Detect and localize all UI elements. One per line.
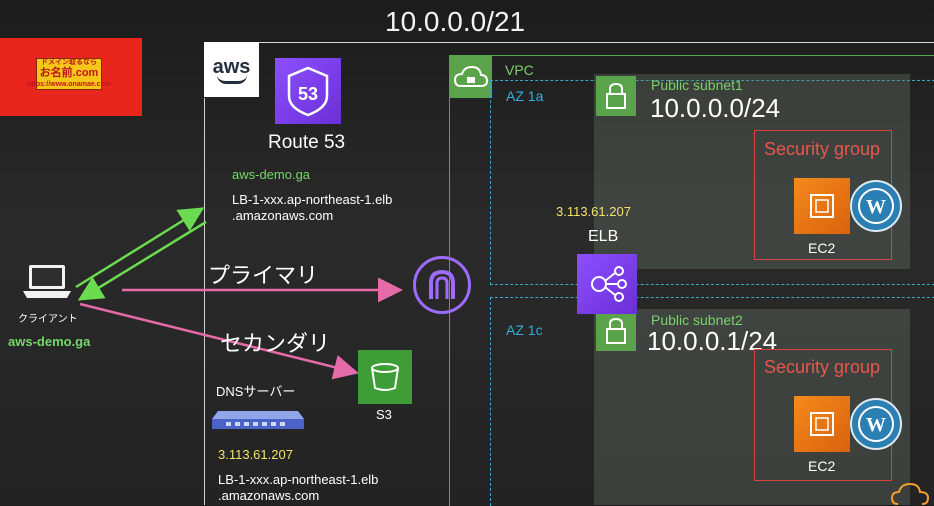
primary-label: プライマリ — [208, 263, 319, 288]
elb-icon — [577, 254, 637, 314]
ec2-2-label: EC2 — [808, 458, 836, 474]
laptop-icon — [22, 262, 72, 302]
subnet1-cidr: 10.0.0.0/24 — [650, 93, 781, 123]
dns-server-ip: 3.113.61.207 — [218, 447, 293, 462]
wordpress-icon-1: W — [850, 180, 902, 232]
s3-label: S3 — [376, 407, 392, 422]
az2-label: AZ 1c — [506, 322, 543, 338]
subnet1-title: Public subnet1 — [651, 77, 743, 93]
client-label: クライアント — [18, 314, 78, 325]
svg-text:W: W — [866, 414, 886, 436]
cloud-icon — [890, 476, 930, 505]
ec2-1-label: EC2 — [808, 240, 836, 256]
dns-target-line1: LB-1-xxx.ap-northeast-1.elb — [218, 472, 379, 487]
dns-server-label: DNSサーバー — [216, 384, 296, 399]
secondary-label: セカンダリ — [220, 331, 331, 356]
client-domain: aws-demo.ga — [8, 334, 91, 349]
svg-text:W: W — [866, 196, 886, 218]
ec2-icon-2 — [794, 396, 850, 452]
route53-to-client-arrow — [77, 220, 207, 301]
vpc-label: VPC — [505, 62, 534, 78]
security-group-1-label: Security group — [764, 139, 881, 159]
dns-server-icon — [212, 407, 304, 433]
subnet1-lock-icon — [596, 76, 636, 116]
ec2-icon-1 — [794, 178, 850, 234]
az1-label: AZ 1a — [506, 88, 544, 104]
security-group-2-label: Security group — [764, 357, 881, 377]
subnet2-lock-icon — [596, 311, 636, 351]
elb-label: ELB — [588, 228, 619, 245]
client-to-route53-arrow — [75, 207, 205, 289]
elb-ip: 3.113.61.207 — [556, 204, 631, 219]
dns-target-line2: .amazonaws.com — [218, 488, 320, 503]
s3-icon — [358, 350, 412, 404]
vpc-cloud-lock-icon — [450, 56, 492, 98]
wordpress-icon-2: W — [850, 398, 902, 450]
